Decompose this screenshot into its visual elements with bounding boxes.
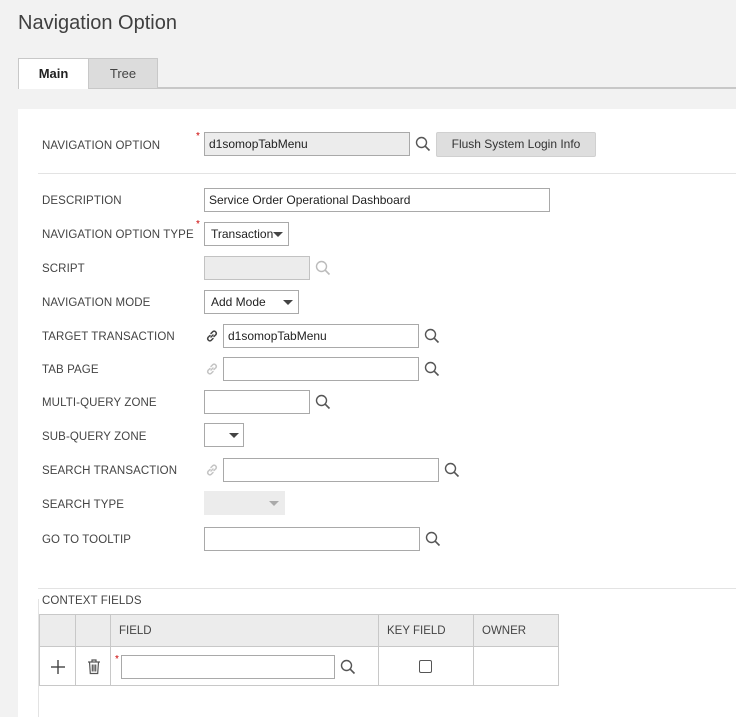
- tab-page-label: TAB PAGE: [42, 364, 99, 376]
- sub-query-zone-label: SUB-QUERY ZONE: [42, 431, 147, 443]
- multi-query-zone-label: MULTI-QUERY ZONE: [42, 397, 157, 409]
- link-icon[interactable]: [204, 328, 220, 344]
- context-fields-table: FIELD KEY FIELD OWNER *: [39, 614, 559, 686]
- navigation-option-type-label: NAVIGATION OPTION TYPE: [42, 229, 194, 241]
- multi-query-zone-input[interactable]: [204, 390, 310, 414]
- chevron-down-icon: [229, 433, 239, 438]
- column-header-field: FIELD: [110, 614, 379, 647]
- search-type-select: [204, 491, 285, 515]
- search-icon: [315, 260, 331, 276]
- chevron-down-icon: [269, 501, 279, 506]
- tab-main[interactable]: Main: [18, 58, 89, 89]
- column-header-key-field: KEY FIELD: [378, 614, 474, 647]
- script-input: [204, 256, 310, 280]
- search-icon[interactable]: [444, 462, 460, 478]
- navigation-mode-label: NAVIGATION MODE: [42, 297, 151, 309]
- go-to-tooltip-label: GO TO TOOLTIP: [42, 534, 132, 546]
- column-header: [75, 614, 111, 647]
- divider: [38, 588, 736, 589]
- navigation-option-type-value: Transaction: [211, 227, 274, 241]
- column-header-owner: OWNER: [473, 614, 559, 647]
- column-header: [39, 614, 76, 647]
- search-icon[interactable]: [315, 394, 331, 410]
- chevron-down-icon: [283, 300, 293, 305]
- go-to-tooltip-input[interactable]: [204, 527, 420, 551]
- target-transaction-input[interactable]: [223, 324, 419, 348]
- tab-bar: Main Tree: [18, 58, 736, 89]
- script-label: SCRIPT: [42, 263, 85, 275]
- search-icon[interactable]: [425, 531, 441, 547]
- search-icon[interactable]: [340, 659, 356, 675]
- flush-system-login-button[interactable]: Flush System Login Info: [436, 132, 596, 157]
- required-marker: *: [196, 131, 200, 142]
- search-transaction-input[interactable]: [223, 458, 439, 482]
- main-panel: NAVIGATION OPTION * Flush System Login I…: [18, 109, 736, 717]
- description-label: DESCRIPTION: [42, 195, 122, 207]
- plus-icon[interactable]: [50, 659, 66, 675]
- tab-page-input[interactable]: [223, 357, 419, 381]
- description-input[interactable]: [204, 188, 550, 212]
- context-fields-title: CONTEXT FIELDS: [42, 595, 142, 607]
- link-icon: [204, 361, 220, 377]
- search-icon[interactable]: [424, 328, 440, 344]
- chevron-down-icon: [273, 232, 283, 237]
- search-icon[interactable]: [424, 361, 440, 377]
- page-title: Navigation Option: [18, 12, 177, 34]
- navigation-mode-select[interactable]: Add Mode: [204, 290, 299, 314]
- field-input[interactable]: [121, 655, 335, 679]
- divider: [38, 173, 736, 174]
- navigation-option-input[interactable]: [204, 132, 410, 156]
- search-transaction-label: SEARCH TRANSACTION: [42, 465, 178, 477]
- search-type-label: SEARCH TYPE: [42, 499, 125, 511]
- tab-tree[interactable]: Tree: [88, 58, 158, 88]
- trash-icon[interactable]: [86, 658, 102, 675]
- navigation-option-type-select[interactable]: Transaction: [204, 222, 289, 246]
- navigation-option-label: NAVIGATION OPTION: [42, 140, 161, 152]
- target-transaction-label: TARGET TRANSACTION: [42, 331, 175, 343]
- table-row: *: [39, 646, 559, 686]
- key-field-checkbox[interactable]: [419, 660, 432, 673]
- navigation-mode-value: Add Mode: [211, 295, 266, 309]
- link-icon: [204, 462, 220, 478]
- required-marker: *: [115, 654, 119, 665]
- owner-cell: [473, 646, 559, 686]
- sub-query-zone-select[interactable]: [204, 423, 244, 447]
- required-marker: *: [196, 219, 200, 230]
- search-icon[interactable]: [415, 136, 431, 152]
